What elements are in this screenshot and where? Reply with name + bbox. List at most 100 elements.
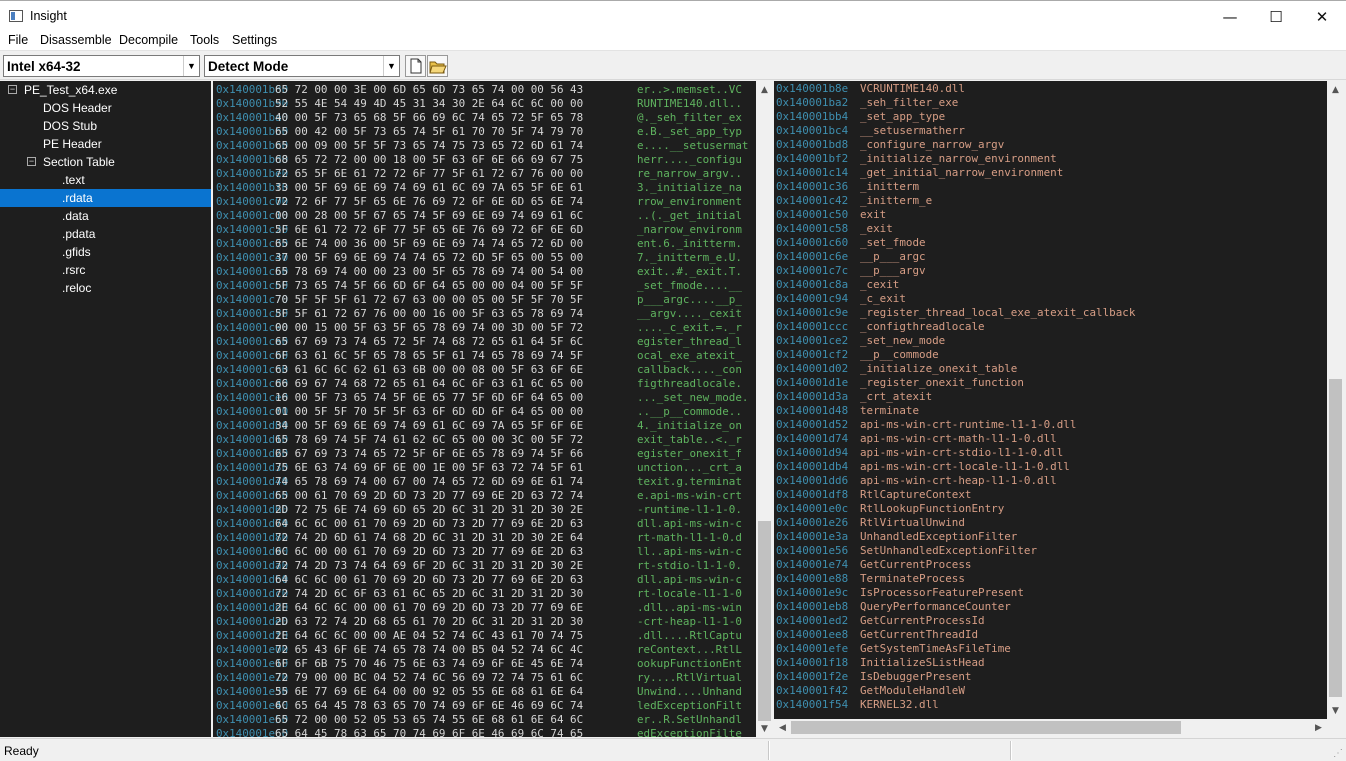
- string-row[interactable]: 0x140001c9e _register_thread_local_exe_at…: [776, 306, 1135, 320]
- string-row[interactable]: 0x140001ba2 _seh_filter_exe: [776, 96, 958, 110]
- hex-row[interactable]: 0x140001e30 55 6E 77 69 6E 64 00 00 92 05…: [216, 685, 742, 699]
- tree-item-section-gfids[interactable]: .gfids: [0, 243, 211, 261]
- hex-row[interactable]: 0x140001d60 2D 72 75 6E 74 69 6D 65 2D 6C…: [216, 503, 742, 517]
- hex-row[interactable]: 0x140001bd0 68 65 72 72 00 00 18 00 5F 63…: [216, 153, 742, 167]
- menu-settings[interactable]: Settings: [232, 33, 277, 47]
- string-row[interactable]: 0x140001ccc _configthreadlocale: [776, 320, 985, 334]
- architecture-select[interactable]: Intel x64-32 ▼: [3, 55, 200, 77]
- string-row[interactable]: 0x140001e9c IsProcessorFeaturePresent: [776, 586, 1024, 600]
- tree-item-section-pdata[interactable]: .pdata: [0, 225, 211, 243]
- hex-row[interactable]: 0x140001dd0 2E 64 6C 6C 00 00 61 70 69 2D…: [216, 601, 742, 615]
- scroll-right-icon[interactable]: ▶: [1310, 719, 1327, 736]
- string-row[interactable]: 0x140001c58 _exit: [776, 222, 893, 236]
- string-row[interactable]: 0x140001d74 api-ms-win-crt-math-l1-1-0.dl…: [776, 432, 1057, 446]
- hex-row[interactable]: 0x140001cf0 01 00 5F 5F 70 5F 5F 63 6F 6D…: [216, 405, 742, 419]
- hex-row[interactable]: 0x140001b90 52 55 4E 54 49 4D 45 31 34 30…: [216, 97, 742, 111]
- hex-row[interactable]: 0x140001c50 65 78 69 74 00 00 23 00 5F 65…: [216, 265, 742, 279]
- chevron-down-icon[interactable]: ▼: [383, 56, 399, 76]
- string-row[interactable]: 0x140001d52 api-ms-win-crt-runtime-l1-1-0…: [776, 418, 1076, 432]
- hex-row[interactable]: 0x140001cd0 66 69 67 74 68 72 65 61 64 6C…: [216, 377, 742, 391]
- string-row[interactable]: 0x140001d3a _crt_atexit: [776, 390, 932, 404]
- hex-row[interactable]: 0x140001cc0 63 61 6C 6C 62 61 63 6B 00 00…: [216, 363, 742, 377]
- tree-item-section-rsrc[interactable]: .rsrc: [0, 261, 211, 279]
- hex-row[interactable]: 0x140001d30 75 6E 63 74 69 6F 6E 00 1E 00…: [216, 461, 742, 475]
- hex-row[interactable]: 0x140001bb0 65 00 42 00 5F 73 65 74 5F 61…: [216, 125, 742, 139]
- string-row[interactable]: 0x140001e74 GetCurrentProcess: [776, 558, 971, 572]
- scroll-up-icon[interactable]: ▲: [1327, 81, 1344, 98]
- string-row[interactable]: 0x140001c6e __p___argc: [776, 250, 926, 264]
- hex-row[interactable]: 0x140001de0 2D 63 72 74 2D 68 65 61 70 2D…: [216, 615, 742, 629]
- tree-item-section-rdata[interactable]: .rdata: [0, 189, 211, 207]
- string-row[interactable]: 0x140001c14 _get_initial_narrow_environme…: [776, 166, 1063, 180]
- string-row[interactable]: 0x140001c8a _cexit: [776, 278, 899, 292]
- strings-vertical-scrollbar[interactable]: ▲ ▼: [1327, 81, 1344, 719]
- hex-row[interactable]: 0x140001dc0 72 74 2D 6C 6F 63 61 6C 65 2D…: [216, 587, 742, 601]
- string-row[interactable]: 0x140001e3a UnhandledExceptionFilter: [776, 530, 1017, 544]
- string-row[interactable]: 0x140001e0c RtlLookupFunctionEntry: [776, 502, 1004, 516]
- menu-disassemble[interactable]: Disassemble: [40, 33, 112, 47]
- string-row[interactable]: 0x140001eb8 QueryPerformanceCounter: [776, 600, 1011, 614]
- tree-root[interactable]: − PE_Test_x64.exe: [0, 81, 211, 99]
- hex-row[interactable]: 0x140001bc0 65 00 09 00 5F 5F 73 65 74 75…: [216, 139, 748, 153]
- open-file-button[interactable]: [427, 55, 448, 77]
- strings-view[interactable]: 0x140001b8e VCRUNTIME140.dll 0x140001ba2 _s…: [774, 81, 1327, 719]
- hex-row[interactable]: 0x140001ca0 65 67 69 73 74 65 72 5F 74 68…: [216, 335, 742, 349]
- tree-item-dos-header[interactable]: DOS Header: [0, 99, 211, 117]
- hex-row[interactable]: 0x140001b80 65 72 00 00 3E 00 6D 65 6D 73…: [216, 83, 742, 97]
- string-row[interactable]: 0x140001f54 KERNEL32.dll: [776, 698, 939, 712]
- hex-row[interactable]: 0x140001d40 74 65 78 69 74 00 67 00 74 65…: [216, 475, 742, 489]
- string-row[interactable]: 0x140001c7c __p___argv: [776, 264, 926, 278]
- string-row[interactable]: 0x140001d48 terminate: [776, 404, 919, 418]
- string-row[interactable]: 0x140001dd6 api-ms-win-crt-heap-l1-1-0.dl…: [776, 474, 1057, 488]
- hex-row[interactable]: 0x140001c90 00 00 15 00 5F 63 5F 65 78 69…: [216, 321, 742, 335]
- hex-row[interactable]: 0x140001cb0 6F 63 61 6C 5F 65 78 65 5F 61…: [216, 349, 742, 363]
- string-row[interactable]: 0x140001c42 _initterm_e: [776, 194, 932, 208]
- hex-row[interactable]: 0x140001ce0 16 00 5F 73 65 74 5F 6E 65 77…: [216, 391, 748, 405]
- hex-row[interactable]: 0x140001df0 2E 64 6C 6C 00 00 AE 04 52 74…: [216, 629, 742, 643]
- scroll-thumb[interactable]: [758, 521, 771, 721]
- tree-item-section-reloc[interactable]: .reloc: [0, 279, 211, 297]
- hex-row[interactable]: 0x140001d00 34 00 5F 69 6E 69 74 69 61 6C…: [216, 419, 742, 433]
- hex-row[interactable]: 0x140001c20 5F 6E 61 72 72 6F 77 5F 65 6E…: [216, 223, 742, 237]
- hex-row[interactable]: 0x140001be0 72 65 5F 6E 61 72 72 6F 77 5F…: [216, 167, 742, 181]
- chevron-down-icon[interactable]: ▼: [183, 56, 199, 76]
- collapse-icon[interactable]: −: [8, 85, 17, 94]
- string-row[interactable]: 0x140001d02 _initialize_onexit_table: [776, 362, 1017, 376]
- string-row[interactable]: 0x140001e88 TerminateProcess: [776, 572, 965, 586]
- string-row[interactable]: 0x140001efe GetSystemTimeAsFileTime: [776, 642, 1011, 656]
- hex-row[interactable]: 0x140001d10 65 78 69 74 5F 74 61 62 6C 65…: [216, 433, 742, 447]
- string-row[interactable]: 0x140001db4 api-ms-win-crt-locale-l1-1-0.…: [776, 460, 1070, 474]
- new-file-button[interactable]: [405, 55, 426, 77]
- string-row[interactable]: 0x140001ee8 GetCurrentThreadId: [776, 628, 978, 642]
- string-row[interactable]: 0x140001ed2 GetCurrentProcessId: [776, 614, 985, 628]
- string-row[interactable]: 0x140001c94 _c_exit: [776, 292, 906, 306]
- maximize-button[interactable]: ☐: [1253, 1, 1299, 32]
- string-row[interactable]: 0x140001d1e _register_onexit_function: [776, 376, 1024, 390]
- hex-row[interactable]: 0x140001e00 72 65 43 6F 6E 74 65 78 74 00…: [216, 643, 742, 657]
- hex-row[interactable]: 0x140001e60 65 64 45 78 63 65 70 74 69 6F…: [216, 727, 742, 737]
- string-row[interactable]: 0x140001e56 SetUnhandledExceptionFilter: [776, 544, 1037, 558]
- string-row[interactable]: 0x140001d94 api-ms-win-crt-stdio-l1-1-0.d…: [776, 446, 1063, 460]
- mode-select[interactable]: Detect Mode ▼: [204, 55, 400, 77]
- hex-row[interactable]: 0x140001d70 64 6C 6C 00 61 70 69 2D 6D 73…: [216, 517, 742, 531]
- tree-item-dos-stub[interactable]: DOS Stub: [0, 117, 211, 135]
- scroll-left-icon[interactable]: ◀: [774, 719, 791, 736]
- string-row[interactable]: 0x140001f2e IsDebuggerPresent: [776, 670, 971, 684]
- hex-row[interactable]: 0x140001d50 65 00 61 70 69 2D 6D 73 2D 77…: [216, 489, 742, 503]
- string-row[interactable]: 0x140001c36 _initterm: [776, 180, 919, 194]
- hex-row[interactable]: 0x140001bf0 33 00 5F 69 6E 69 74 69 61 6C…: [216, 181, 742, 195]
- hex-row[interactable]: 0x140001c10 00 00 28 00 5F 67 65 74 5F 69…: [216, 209, 742, 223]
- hex-row[interactable]: 0x140001d20 65 67 69 73 74 65 72 5F 6F 6E…: [216, 447, 742, 461]
- hex-row[interactable]: 0x140001ba0 40 00 5F 73 65 68 5F 66 69 6C…: [216, 111, 742, 125]
- tree-item-section-table[interactable]: − Section Table: [0, 153, 211, 171]
- string-row[interactable]: 0x140001f42 GetModuleHandleW: [776, 684, 965, 698]
- tree-item-section-data[interactable]: .data: [0, 207, 211, 225]
- menu-decompile[interactable]: Decompile: [119, 33, 178, 47]
- scroll-down-icon[interactable]: ▼: [1327, 702, 1344, 719]
- hex-row[interactable]: 0x140001c30 65 6E 74 00 36 00 5F 69 6E 69…: [216, 237, 742, 251]
- string-row[interactable]: 0x140001ce2 _set_new_mode: [776, 334, 945, 348]
- hex-row[interactable]: 0x140001db0 64 6C 6C 00 61 70 69 2D 6D 73…: [216, 573, 742, 587]
- hex-vertical-scrollbar[interactable]: ▲ ▼: [756, 81, 773, 737]
- string-row[interactable]: 0x140001bb4 _set_app_type: [776, 110, 945, 124]
- hex-row[interactable]: 0x140001e50 65 72 00 00 52 05 53 65 74 55…: [216, 713, 742, 727]
